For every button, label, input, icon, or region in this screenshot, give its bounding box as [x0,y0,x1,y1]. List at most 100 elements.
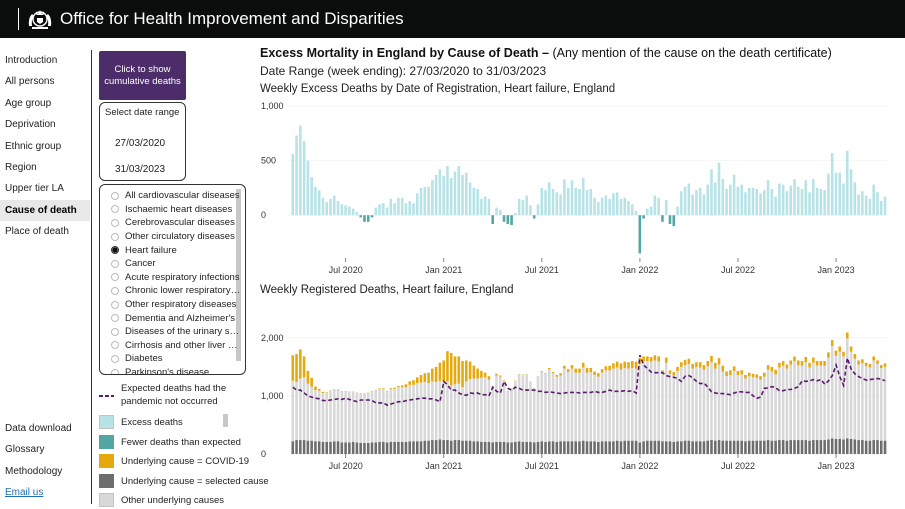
radio-icon[interactable] [111,259,119,268]
other-causes-bar [585,372,589,442]
radio-icon[interactable] [111,341,119,350]
sidebar-link-email-us[interactable]: Email us [0,482,90,503]
date-to-input[interactable]: 31/03/2023 [115,164,165,175]
radio-icon[interactable] [111,232,119,241]
selected-cause-bar [570,441,574,454]
selected-cause-bar [382,441,385,454]
other-causes-bar [808,367,811,441]
excess-bar [317,190,321,216]
sidebar-item-all-persons[interactable]: All persons [0,71,90,92]
radio-icon[interactable] [111,191,119,200]
sidebar-item-upper-tier-la[interactable]: Upper tier LA [0,178,90,199]
other-causes-bar [400,387,404,442]
other-causes-bar [551,373,555,442]
excess-bar [302,140,306,216]
excess-bar [634,210,638,216]
selected-cause-bar [408,441,412,454]
sidebar-link-methodology[interactable]: Methodology [0,461,90,482]
sidebar-item-place-of-death[interactable]: Place of death [0,221,90,242]
cause-option[interactable]: Heart failure [111,243,239,257]
covid-bar [551,372,555,374]
selected-cause-bar [653,440,657,454]
other-causes-bar [672,375,676,442]
cause-option[interactable]: Diabetes [111,352,239,366]
covid-bar [778,362,781,368]
selected-cause-bar [721,440,725,454]
cause-option[interactable]: All cardiovascular diseases [111,189,239,203]
selected-cause-bar [883,440,887,454]
sidebar-item-age-group[interactable]: Age group [0,93,90,114]
excess-bar [340,204,344,216]
cause-option[interactable]: Cancer [111,257,239,271]
excess-bar [321,197,325,216]
other-causes-bar [747,376,751,441]
radio-selected-icon[interactable] [111,246,119,255]
selected-cause-bar [351,441,355,454]
excess-bar [378,204,381,216]
radio-icon[interactable] [111,273,119,282]
cause-option[interactable]: Cerebrovascular diseases [111,216,239,230]
excess-bar [544,190,547,216]
covid-bar [619,363,623,370]
covid-bar [680,362,683,367]
cumulative-deaths-button[interactable]: Click to show cumulative deaths [99,51,186,100]
legend-swatch [99,415,114,429]
cause-option[interactable]: Ischaemic heart diseases [111,203,239,217]
radio-icon[interactable] [111,218,119,227]
page-title-rest: (Any mention of the cause on the death c… [548,46,832,60]
legend-scrollbar[interactable] [223,414,228,427]
cause-option-label: Heart failure [125,244,177,256]
covid-bar [747,372,751,377]
sidebar-link-glossary[interactable]: Glossary [0,439,90,460]
cause-option[interactable]: Cirrhosis and other liver … [111,339,239,353]
excess-bar [370,215,374,218]
radio-icon[interactable] [111,205,119,214]
excess-bar [796,186,800,216]
selected-cause-bar [483,441,487,454]
covid-bar [604,366,608,371]
excess-bar [593,197,596,216]
radio-icon[interactable] [111,286,119,295]
covid-bar [872,356,875,361]
excess-bar [849,169,853,216]
radio-icon[interactable] [111,327,119,336]
cause-option[interactable]: Parkinson's disease [111,366,239,374]
selected-cause-bar [291,441,295,454]
other-causes-bar [385,391,389,443]
sidebar-item-region[interactable]: Region [0,157,90,178]
cause-option[interactable]: Other circulatory diseases [111,230,239,244]
sidebar-link-data-download[interactable]: Data download [0,418,90,439]
sidebar-item-ethnic-group[interactable]: Ethnic group [0,136,90,157]
excess-bar [698,187,702,216]
cause-option[interactable]: Chronic lower respiratory… [111,284,239,298]
cause-option[interactable]: Other respiratory diseases [111,298,239,312]
radio-icon[interactable] [111,314,119,323]
selected-cause-bar [348,442,351,454]
x-tick-label: Jul 2021 [525,265,559,275]
expected-deaths-line [292,354,886,407]
date-from-input[interactable]: 27/03/2020 [115,138,165,149]
cause-option[interactable]: Dementia and Alzheimer's [111,311,239,325]
header-title[interactable]: Office for Health Improvement and Dispar… [60,9,404,29]
sidebar-item-deprivation[interactable]: Deprivation [0,114,90,135]
selected-cause-bar [781,440,785,454]
selected-cause-bar [510,442,513,454]
other-causes-bar [695,366,698,442]
excess-bar [438,169,442,216]
radio-icon[interactable] [111,300,119,309]
excess-bar [823,190,826,216]
radio-icon[interactable] [111,368,119,374]
selected-cause-bar [744,441,747,454]
selected-cause-bar [427,440,430,454]
other-causes-bar [389,388,393,442]
sidebar-item-cause-of-death[interactable]: Cause of death [0,199,90,222]
other-causes-bar [423,381,427,441]
covid-bar [559,373,562,376]
cause-option[interactable]: Acute respiratory infections [111,271,239,285]
excess-bar [830,152,834,216]
other-causes-bar [846,338,849,439]
radio-icon[interactable] [111,354,119,363]
cause-option[interactable]: Diseases of the urinary s… [111,325,239,339]
covid-bar [593,371,596,375]
sidebar-item-introduction[interactable]: Introduction [0,50,90,71]
